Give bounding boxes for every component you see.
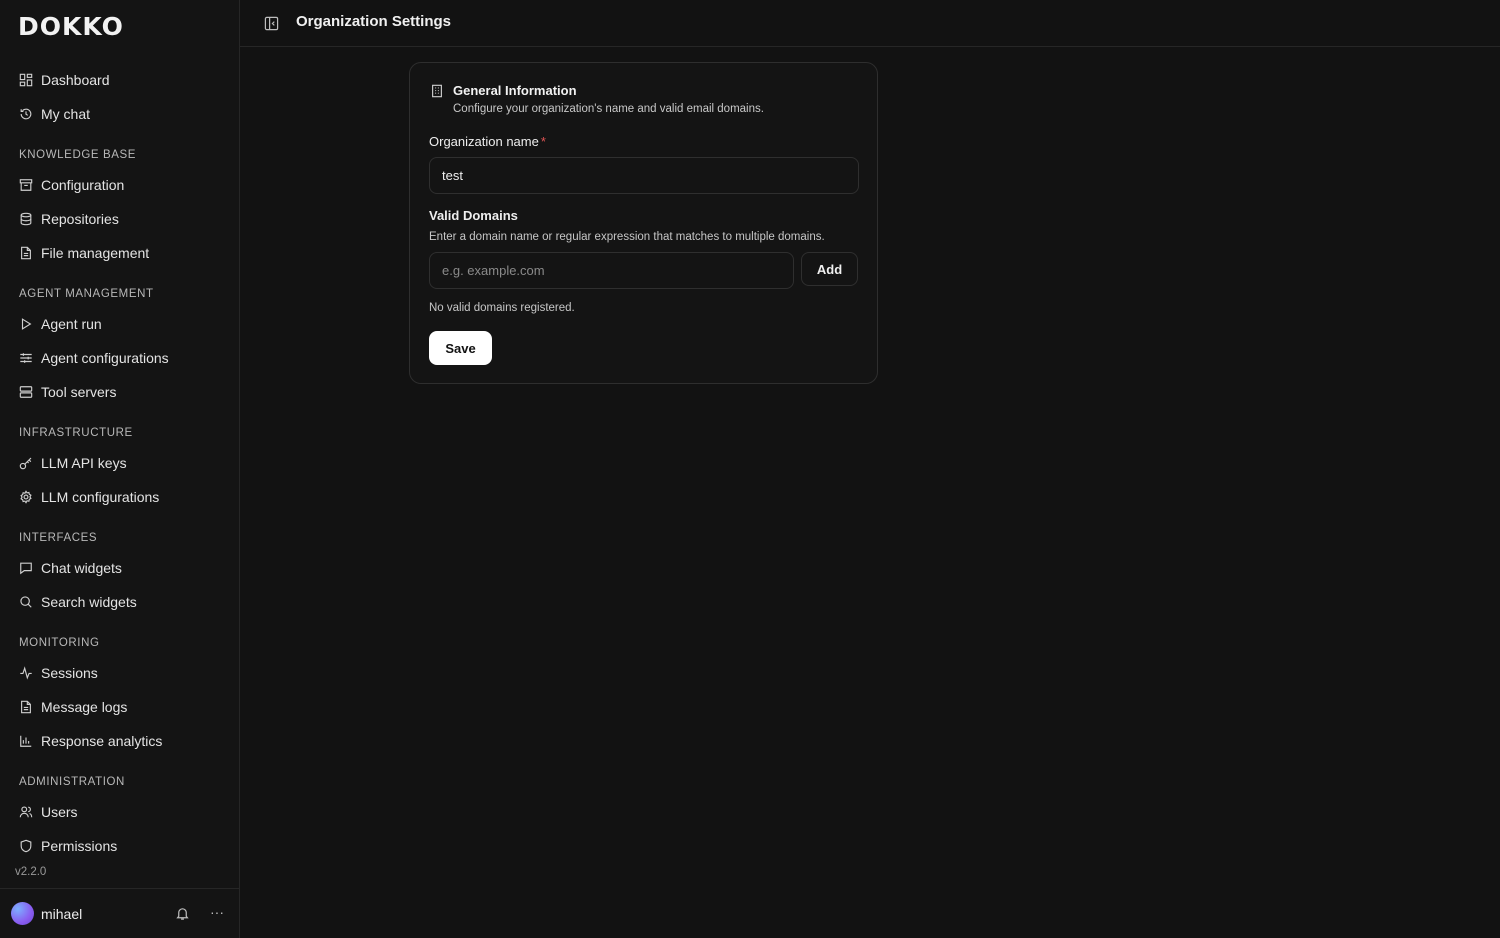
sidebar-item-repositories[interactable]: Repositories xyxy=(0,202,239,236)
domain-input[interactable] xyxy=(429,252,794,289)
sidebar-item-label: Message logs xyxy=(41,699,128,715)
search-icon xyxy=(18,594,34,610)
section-monitoring: MONITORING xyxy=(19,637,100,649)
save-button[interactable]: Save xyxy=(429,331,492,365)
server-icon xyxy=(18,384,34,400)
add-domain-button[interactable]: Add xyxy=(801,252,858,286)
sidebar-item-response-analytics[interactable]: Response analytics xyxy=(0,724,239,758)
card-title: General Information xyxy=(453,83,577,98)
organization-name-input[interactable] xyxy=(429,157,859,194)
sidebar-item-label: Tool servers xyxy=(41,384,117,400)
app-version: v2.2.0 xyxy=(15,866,47,878)
archive-icon xyxy=(18,177,34,193)
sidebar-item-sessions[interactable]: Sessions xyxy=(0,656,239,690)
history-icon xyxy=(18,106,34,122)
sidebar-item-llm-configurations[interactable]: LLM configurations xyxy=(0,480,239,514)
sidebar-item-agent-configurations[interactable]: Agent configurations xyxy=(0,341,239,375)
sidebar-item-label: File management xyxy=(41,245,150,261)
sidebar-item-configuration[interactable]: Configuration xyxy=(0,168,239,202)
organization-name-label-text: Organization name xyxy=(429,134,539,149)
sidebar-item-label: Chat widgets xyxy=(41,560,122,576)
sidebar-item-label: Configuration xyxy=(41,177,125,193)
sidebar-item-label: Repositories xyxy=(41,211,119,227)
sidebar-item-file-management[interactable]: File management xyxy=(0,236,239,270)
sidebar-item-permissions[interactable]: Permissions xyxy=(0,829,239,863)
required-indicator: * xyxy=(540,134,546,149)
shield-icon xyxy=(18,838,34,854)
file-icon xyxy=(18,245,34,261)
sidebar-item-label: Search widgets xyxy=(41,594,137,610)
sidebar-item-label: Agent configurations xyxy=(41,350,169,366)
bell-icon[interactable] xyxy=(175,906,190,921)
sidebar-item-users[interactable]: Users xyxy=(0,795,239,829)
no-domains-text: No valid domains registered. xyxy=(429,302,575,314)
sidebar-item-tool-servers[interactable]: Tool servers xyxy=(0,375,239,409)
top-bar: Organization Settings xyxy=(240,0,1500,47)
building-icon xyxy=(430,84,444,98)
sidebar-item-label: LLM configurations xyxy=(41,489,160,505)
organization-name-label: Organization name * xyxy=(429,134,546,149)
sidebar-item-label: Agent run xyxy=(41,316,102,332)
sidebar-item-chat-widgets[interactable]: Chat widgets xyxy=(0,551,239,585)
sidebar-item-label: LLM API keys xyxy=(41,455,127,471)
sidebar-item-label: Users xyxy=(41,804,78,820)
sidebar-item-label: Sessions xyxy=(41,665,98,681)
valid-domains-label: Valid Domains xyxy=(429,208,518,223)
sidebar-item-dashboard[interactable]: Dashboard xyxy=(0,63,239,97)
user-name[interactable]: mihael xyxy=(41,906,82,922)
user-bar: mihael ··· xyxy=(0,888,239,938)
sidebar-nav: Dashboard My chat KNOWLEDGE BASE Configu… xyxy=(0,63,239,863)
sidebar-item-message-logs[interactable]: Message logs xyxy=(0,690,239,724)
sidebar-item-label: Response analytics xyxy=(41,733,163,749)
more-options-icon[interactable]: ··· xyxy=(207,903,227,923)
sidebar-item-label: My chat xyxy=(41,106,91,122)
sidebar-item-search-widgets[interactable]: Search widgets xyxy=(0,585,239,619)
bar-chart-icon xyxy=(18,733,34,749)
section-administration: ADMINISTRATION xyxy=(19,776,125,788)
logo: DOKKO xyxy=(18,12,124,41)
sidebar-item-label: Dashboard xyxy=(41,72,110,88)
key-icon xyxy=(18,455,34,471)
main-content: Organization Settings General Informatio… xyxy=(240,0,1500,938)
section-agent-management: AGENT MANAGEMENT xyxy=(19,288,154,300)
chat-icon xyxy=(18,560,34,576)
sidebar: DOKKO Dashboard My chat KNOWLEDGE BASE C… xyxy=(0,0,240,938)
sliders-icon xyxy=(18,350,34,366)
sidebar-item-label: Permissions xyxy=(41,838,118,854)
avatar[interactable] xyxy=(11,902,34,925)
card-description: Configure your organization's name and v… xyxy=(453,103,764,115)
section-infrastructure: INFRASTRUCTURE xyxy=(19,427,133,439)
users-icon xyxy=(18,804,34,820)
section-interfaces: INTERFACES xyxy=(19,532,98,544)
general-information-card: General Information Configure your organ… xyxy=(409,62,878,384)
sidebar-item-my-chat[interactable]: My chat xyxy=(0,97,239,131)
page-title: Organization Settings xyxy=(296,13,452,30)
activity-icon xyxy=(18,665,34,681)
file-icon xyxy=(18,699,34,715)
gear-icon xyxy=(18,489,34,505)
dashboard-icon xyxy=(18,72,34,88)
play-icon xyxy=(18,316,34,332)
database-icon xyxy=(18,211,34,227)
valid-domains-hint: Enter a domain name or regular expressio… xyxy=(429,231,825,243)
sidebar-item-agent-run[interactable]: Agent run xyxy=(0,307,239,341)
sidebar-item-llm-api-keys[interactable]: LLM API keys xyxy=(0,446,239,480)
section-knowledge-base: KNOWLEDGE BASE xyxy=(19,149,137,161)
sidebar-toggle-icon[interactable] xyxy=(264,16,279,31)
